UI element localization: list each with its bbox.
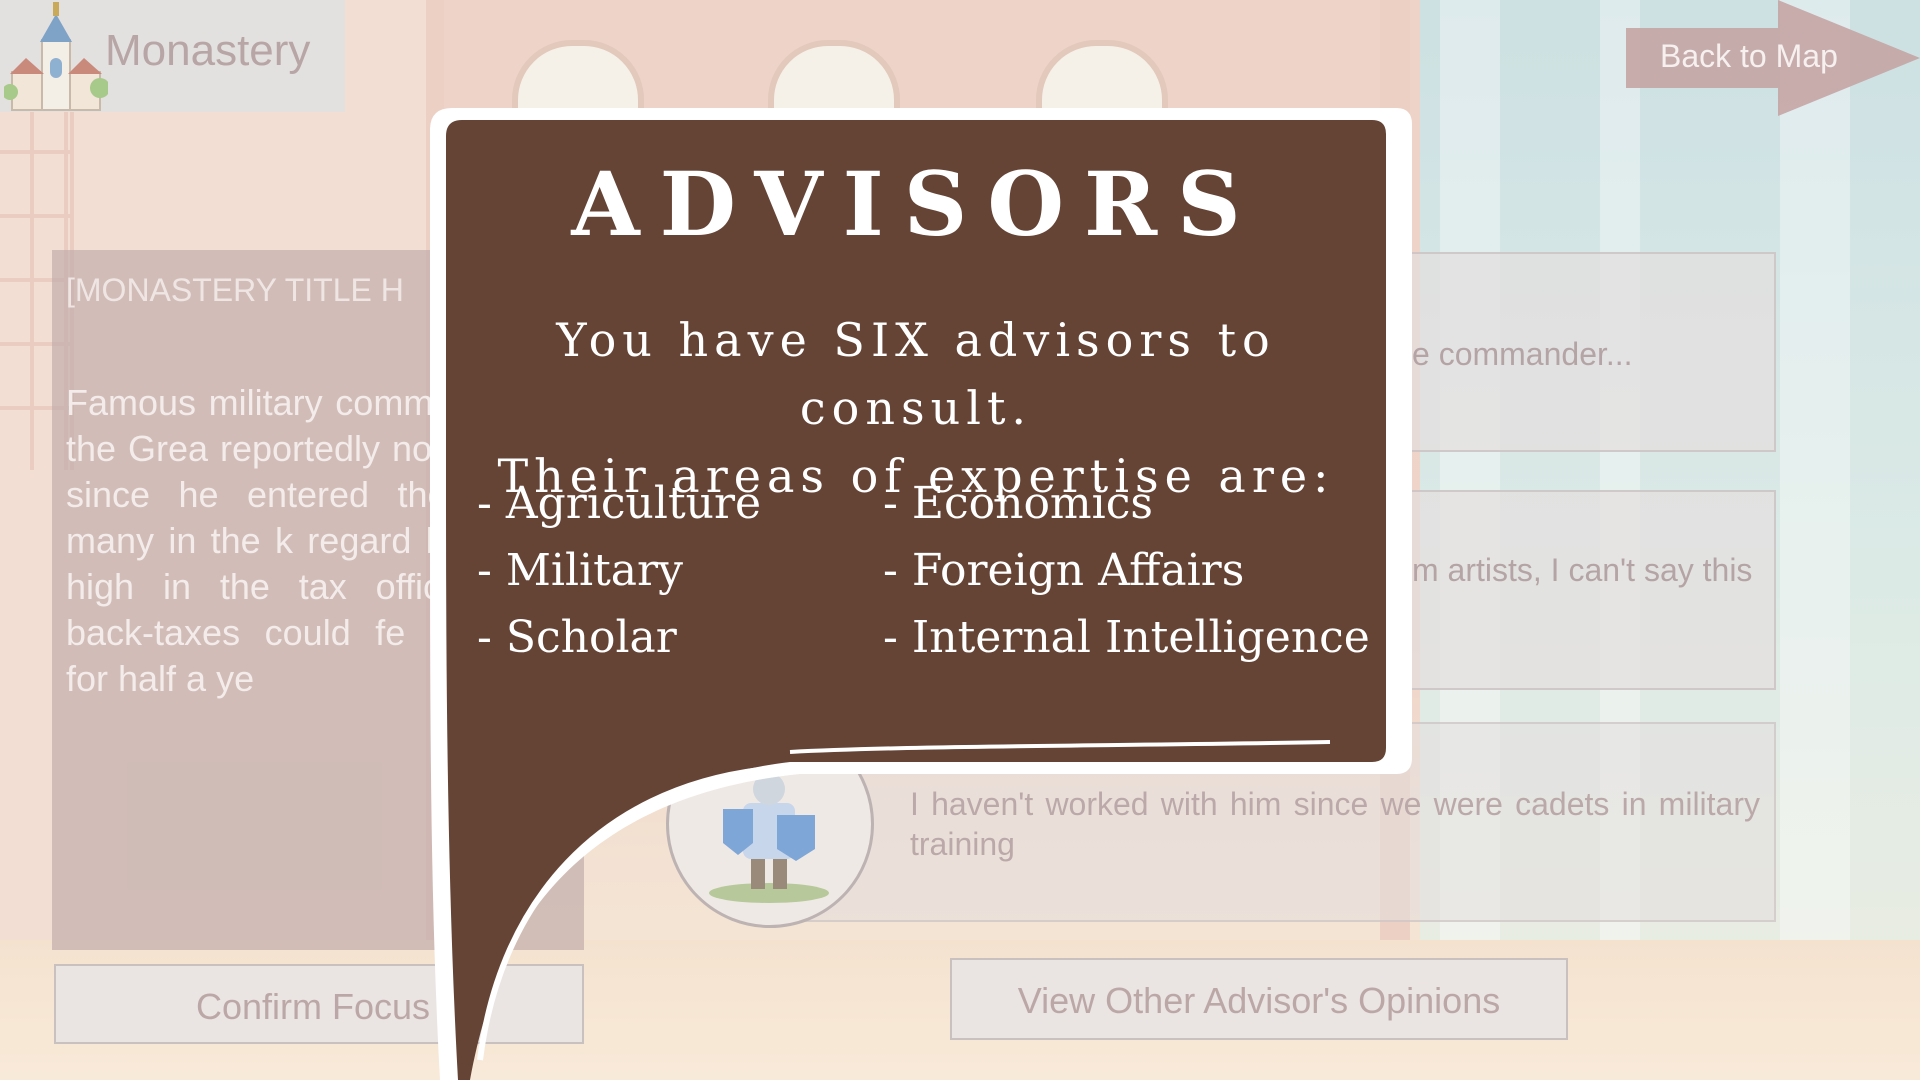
expertise-item: - Scholar [477, 612, 677, 663]
expertise-item: - Economics [883, 478, 1153, 529]
modal-title: ADVISORS [571, 152, 1261, 256]
expertise-list-left: - Agriculture - Military - Scholar [477, 470, 761, 671]
advisors-modal: ADVISORS You have SIX advisors to consul… [445, 110, 1387, 760]
expertise-list-right: - Economics - Foreign Affairs - Internal… [883, 470, 1370, 671]
expertise-item: - Agriculture [477, 478, 762, 529]
modal-line-1: You have SIX advisors to consult. [556, 313, 1276, 435]
expertise-item: - Foreign Affairs [883, 545, 1245, 596]
expertise-item: - Military [477, 545, 683, 596]
expertise-item: - Internal Intelligence [883, 612, 1370, 663]
